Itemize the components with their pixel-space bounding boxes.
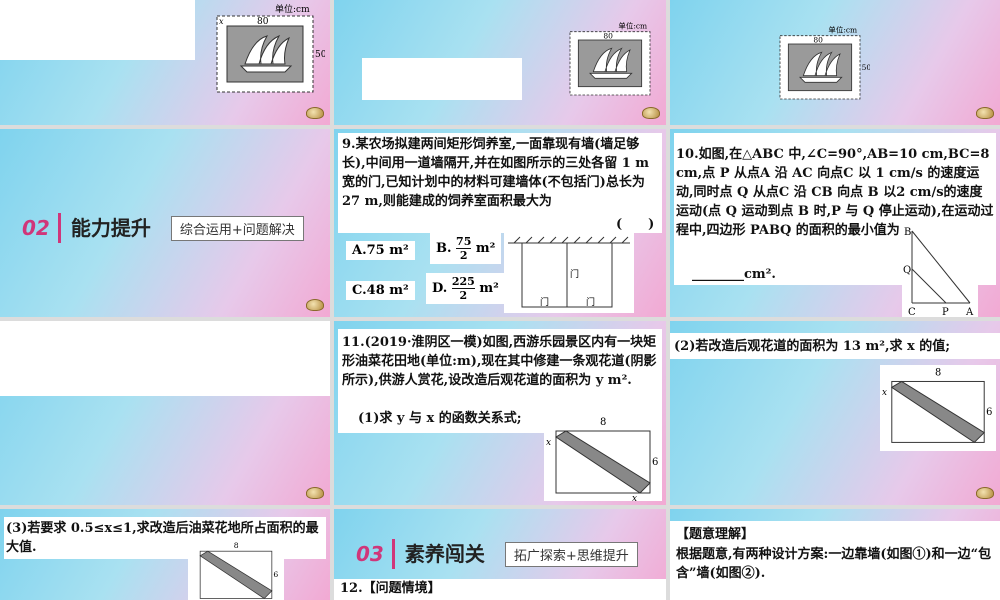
option-unit: m² (479, 281, 499, 296)
fraction-num: 75 (456, 235, 472, 249)
option-unit: m² (475, 241, 496, 256)
unit-label: 单位:cm (618, 20, 647, 30)
dim-x: x (882, 388, 887, 398)
field-diagram: 8 6 (188, 539, 284, 600)
q12-label: 12.【问题情境】 (340, 581, 441, 596)
q11-sub1: (1)求 y 与 x 的函数关系式; (358, 411, 522, 426)
door-label: 门 (540, 296, 549, 308)
dim-x: x (546, 438, 551, 448)
boat-diagram: 单位:cm 80 50 x (216, 3, 325, 93)
boat-diagram: 单位:cm 80 50 (779, 24, 870, 100)
logo-icon (642, 107, 660, 119)
q9-option-d[interactable]: D. 225 2 m² (426, 273, 505, 304)
q11-text: 11.(2019·淮阴区一模)如图,西游乐园景区内有一块矩形油菜花田地(单位:m… (342, 335, 657, 388)
section-subtitle: 综合运用+问题解决 (170, 215, 304, 241)
option-letter: D. (432, 281, 448, 296)
dim-50: 50 (315, 50, 325, 60)
section-banner: 03 素养闯关 拓广探索+思维提升 (348, 539, 638, 569)
dim-50: 50 (862, 63, 870, 72)
fraction-num: 225 (451, 275, 475, 289)
dim-80: 80 (257, 17, 269, 27)
door-label: 门 (570, 268, 579, 280)
logo-icon (306, 107, 324, 119)
logo-icon (306, 299, 324, 311)
slide-5[interactable]: 9.某农场拟建两间矩形饲养室,一面靠现有墙(墙足够长),中间用一道墙隔开,并在如… (334, 129, 666, 317)
dim-8: 8 (935, 368, 941, 379)
option-letter: B. (436, 241, 452, 256)
slide-11[interactable]: 03 素养闯关 拓广探索+思维提升 12.【问题情境】 (334, 509, 666, 600)
field-diagram: 8 6 x (880, 365, 996, 451)
unit-label: 单位:cm (275, 3, 310, 15)
dim-6: 6 (652, 457, 658, 468)
label-a: A (965, 307, 974, 317)
dim-80: 80 (813, 35, 823, 44)
section-subtitle: 拓广探索+思维提升 (504, 541, 638, 567)
analysis-title: 【题意理解】 (676, 527, 755, 542)
blank-card (0, 0, 195, 60)
section-number: 02 (22, 216, 50, 240)
logo-icon (976, 487, 994, 499)
analysis-text: 根据题意,有两种设计方案:一边靠墙(如图①)和一边“包含”墙(如图②). (676, 547, 992, 581)
slide-12[interactable]: 【题意理解】 根据题意,有两种设计方案:一边靠墙(如图①)和一边“包含”墙(如图… (670, 509, 1000, 600)
section-banner: 02 能力提升 综合运用+问题解决 (14, 213, 304, 243)
slide-2[interactable]: 单位:cm 80 (334, 0, 666, 125)
dim-8: 8 (234, 541, 239, 550)
slide-3[interactable]: 单位:cm 80 50 (670, 0, 1000, 125)
q9-paren: ( ) (616, 217, 655, 232)
slide-7[interactable] (0, 321, 330, 505)
q9-text: 9.某农场拟建两间矩形饲养室,一面靠现有墙(墙足够长),中间用一道墙隔开,并在如… (342, 137, 650, 209)
q10-blank: ________cm². (692, 267, 776, 282)
boat-diagram: 单位:cm 80 (569, 20, 651, 96)
section-title: 能力提升 (57, 213, 161, 243)
q11-2-text: (2)若改造后观花道的面积为 13 m²,求 x 的值; (674, 339, 951, 354)
dim-80: 80 (603, 31, 613, 40)
slide-8[interactable]: 11.(2019·淮阴区一模)如图,西游乐园景区内有一块矩形油菜花田地(单位:m… (334, 321, 666, 505)
farm-diagram: 门 门 门 (504, 233, 634, 313)
label-q: Q (903, 265, 911, 276)
q9-option-c[interactable]: C.48 m² (346, 281, 415, 300)
dim-8: 8 (600, 417, 606, 428)
slide-6[interactable]: 10.如图,在△ABC 中,∠C=90°,AB=10 cm,BC=8 cm,点 … (670, 129, 1000, 317)
blank-card (0, 321, 330, 396)
dim-x: x (632, 494, 637, 501)
label-p: P (942, 307, 949, 317)
section-number: 03 (356, 542, 384, 566)
q9-option-b[interactable]: B. 75 2 m² (430, 233, 502, 264)
section-title: 素养闯关 (391, 539, 495, 569)
triangle-diagram: B Q C P A (902, 225, 978, 317)
dim-6: 6 (986, 407, 992, 418)
label-c: C (908, 307, 916, 317)
field-diagram: 8 6 x x (544, 415, 662, 501)
dim-x: x (219, 17, 224, 26)
slide-4[interactable]: 02 能力提升 综合运用+问题解决 (0, 129, 330, 317)
fraction-den: 2 (459, 249, 468, 262)
logo-icon (976, 107, 994, 119)
slide-1[interactable]: 单位:cm 80 50 x (0, 0, 330, 125)
door-label: 门 (586, 296, 595, 308)
logo-icon (306, 487, 324, 499)
q9-option-a[interactable]: A.75 m² (346, 241, 415, 260)
blank-card (362, 58, 522, 100)
slide-9[interactable]: (2)若改造后观花道的面积为 13 m²,求 x 的值; 8 6 x (670, 321, 1000, 505)
slide-10[interactable]: (3)若要求 0.5≤x≤1,求改造后油菜花地所占面积的最大值. 8 6 (0, 509, 330, 600)
unit-label: 单位:cm (828, 24, 857, 34)
dim-6: 6 (273, 570, 278, 579)
fraction-den: 2 (459, 289, 468, 302)
label-b: B (904, 227, 911, 238)
